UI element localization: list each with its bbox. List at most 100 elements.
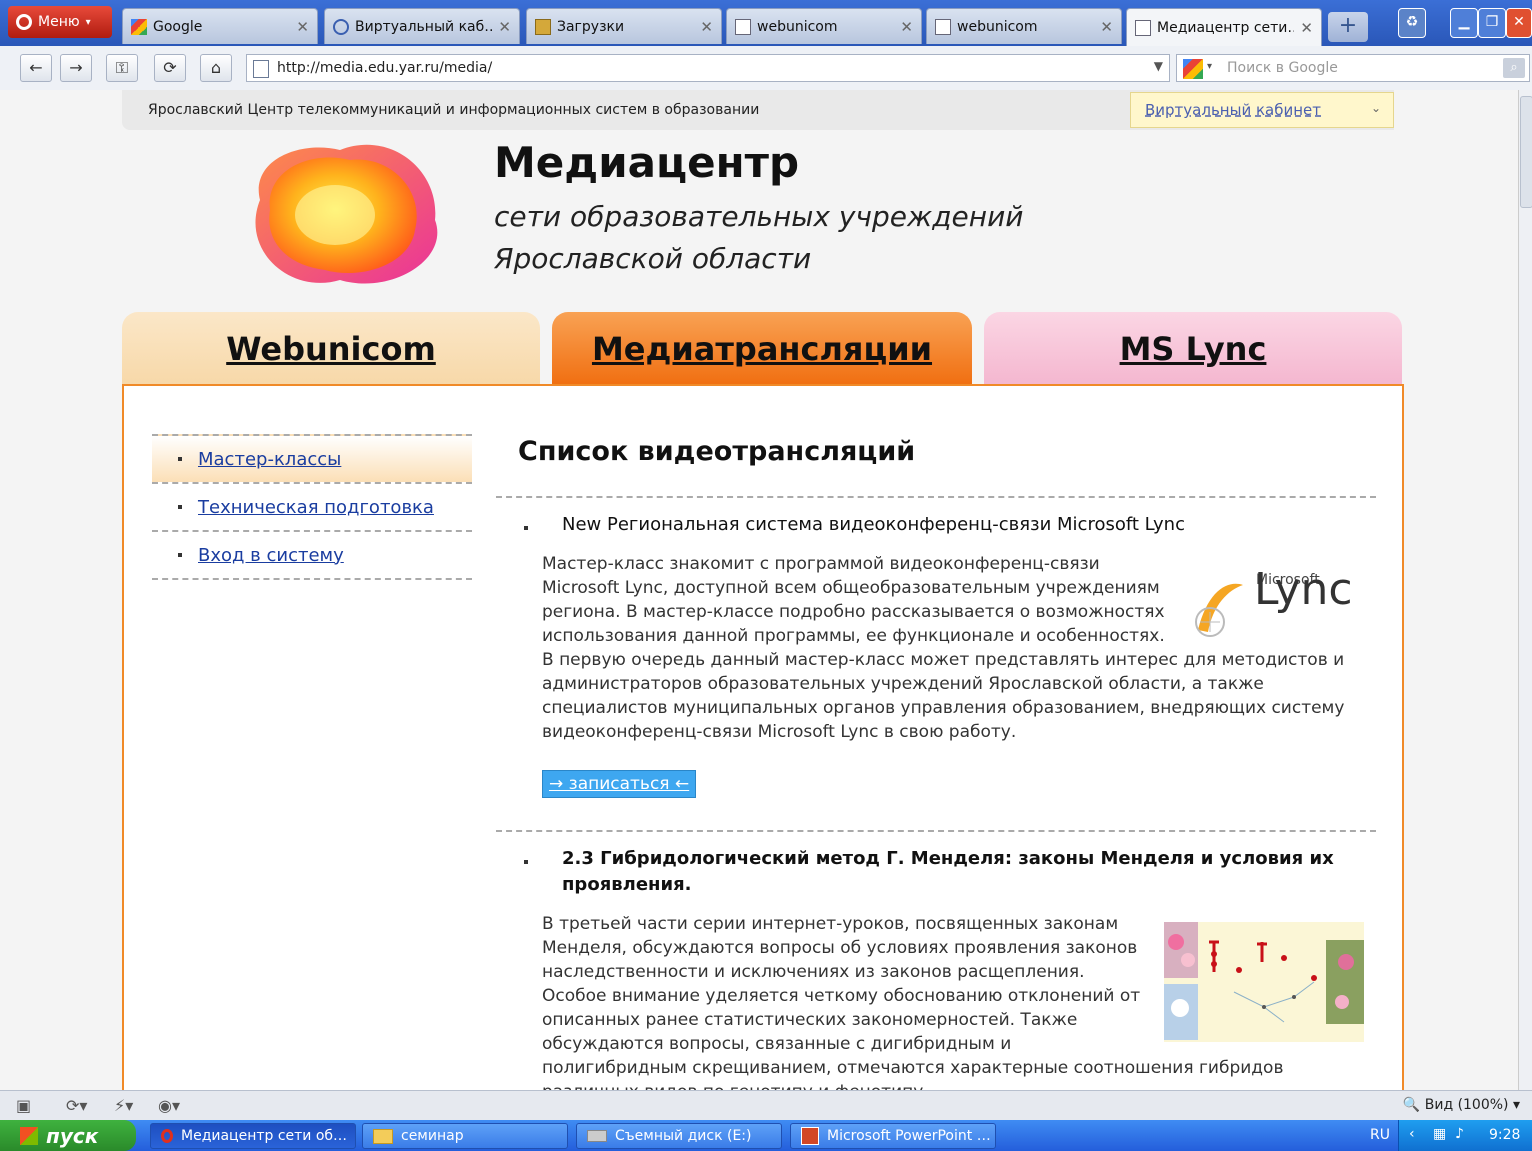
close-icon[interactable]: ✕ xyxy=(296,18,309,36)
divider xyxy=(152,578,472,580)
taskbar-item-removable-disk[interactable]: Съемный диск (E:) xyxy=(576,1123,782,1149)
google-icon xyxy=(131,18,147,35)
tab-webunicom[interactable]: Webunicom xyxy=(122,312,540,386)
site-icon xyxy=(333,18,349,35)
minimize-button[interactable]: ▁ xyxy=(1450,8,1478,38)
sidebar-item-label[interactable]: Вход в систему xyxy=(198,545,344,566)
mediacenter-logo xyxy=(255,144,438,284)
zoom-control[interactable]: 🔍 Вид (100%) ▾ xyxy=(1403,1097,1520,1113)
virtual-cabinet-label: Виртуальный кабинет xyxy=(1145,101,1321,119)
taskbar-item-label: семинар xyxy=(401,1128,464,1144)
tab-google[interactable]: Google ✕ xyxy=(122,8,318,44)
sidebar-item-label[interactable]: Мастер-классы xyxy=(198,449,341,470)
tab-label: webunicom xyxy=(957,18,1038,35)
tab-mediacenter[interactable]: Медиацентр сети… ✕ xyxy=(1126,8,1322,46)
sidebar-item-login[interactable]: Вход в систему xyxy=(152,530,472,578)
taskbar-item-powerpoint[interactable]: Microsoft PowerPoint … xyxy=(790,1123,996,1149)
bullet xyxy=(524,526,528,530)
search-input[interactable]: ▾ Поиск в Google ⌕ xyxy=(1176,54,1530,82)
taskbar-item-folder[interactable]: семинар xyxy=(362,1123,568,1149)
menu-label: Меню xyxy=(38,14,80,30)
sidebar-item-master-classes[interactable]: Мастер-классы xyxy=(152,434,472,482)
tab-label: Google xyxy=(153,18,203,35)
opera-menu-button[interactable]: Меню ▾ xyxy=(8,6,112,38)
tab-label: Загрузки xyxy=(557,18,625,35)
zoom-icon: 🔍 xyxy=(1402,1097,1421,1113)
lync-logo-icon xyxy=(1195,583,1243,637)
tab-label: Виртуальный каб… xyxy=(355,18,493,35)
restore-button[interactable]: ❐ xyxy=(1478,8,1506,38)
chevron-down-icon[interactable]: ▾ xyxy=(1207,61,1212,72)
windows-logo-icon xyxy=(20,1126,38,1145)
google-icon xyxy=(1183,59,1203,79)
web-page: Ярославский Центр телекоммуникаций и инф… xyxy=(0,90,1518,1090)
language-indicator[interactable]: RU xyxy=(1370,1127,1390,1143)
opera-icon xyxy=(161,1129,173,1143)
unite-icon[interactable]: ◉▾ xyxy=(158,1096,180,1115)
drive-icon xyxy=(587,1130,607,1142)
subtitle-line-2: Ярославской области xyxy=(494,242,812,275)
sync-icon[interactable]: ⟳▾ xyxy=(66,1096,87,1115)
page-icon xyxy=(935,18,951,35)
lync-logo: Microsoft Lync xyxy=(1188,562,1364,648)
signup-label: → записаться ← xyxy=(549,774,690,794)
close-icon[interactable]: ✕ xyxy=(498,18,511,36)
chevron-down-icon[interactable]: ▼ xyxy=(1154,59,1163,73)
zoom-label: Вид (100%) xyxy=(1424,1097,1509,1113)
volume-icon[interactable]: ♪ xyxy=(1455,1126,1464,1142)
item-title-text: 2.3 Гибридологический метод Г. Менделя: … xyxy=(562,848,1334,895)
forward-button[interactable]: → xyxy=(60,54,92,82)
page-scrollbar[interactable] xyxy=(1518,90,1532,1090)
bullet xyxy=(524,860,528,864)
bullet xyxy=(178,505,182,509)
address-bar[interactable]: http://media.edu.yar.ru/media/ ▼ xyxy=(246,54,1170,82)
turbo-icon[interactable]: ⚡▾ xyxy=(114,1096,133,1115)
site-title: Медиацентр xyxy=(494,138,800,187)
bullet xyxy=(178,457,182,461)
home-button[interactable]: ⌂ xyxy=(200,54,232,82)
item-title-text: New Региональная система видеоконференц-… xyxy=(562,514,1185,535)
key-icon[interactable]: ⚿ xyxy=(106,54,138,82)
start-button[interactable]: пуск xyxy=(0,1120,136,1151)
taskbar-item-browser[interactable]: Медиацентр сети об… xyxy=(150,1123,356,1149)
tab-label: webunicom xyxy=(757,18,838,35)
virtual-cabinet-dropdown[interactable]: Виртуальный кабинет ⌄ xyxy=(1130,92,1394,128)
trash-icon[interactable]: ♻ xyxy=(1398,8,1426,38)
close-icon[interactable]: ✕ xyxy=(1100,18,1113,36)
tab-virtual-cabinet[interactable]: Виртуальный каб… ✕ xyxy=(324,8,520,44)
close-icon[interactable]: ✕ xyxy=(700,18,713,36)
sidebar-item-tech-prep[interactable]: Техническая подготовка xyxy=(152,482,472,530)
network-icon[interactable]: ▦ xyxy=(1433,1126,1446,1142)
genetics-diagram-icon xyxy=(1164,922,1364,1040)
powerpoint-icon xyxy=(801,1127,819,1145)
tab-downloads[interactable]: Загрузки ✕ xyxy=(526,8,722,44)
tab-ms-lync[interactable]: MS Lync xyxy=(984,312,1402,386)
sidebar-item-label[interactable]: Техническая подготовка xyxy=(198,497,434,518)
folder-icon xyxy=(373,1128,393,1144)
tab-webunicom-2[interactable]: webunicom ✕ xyxy=(926,8,1122,44)
item-description: Microsoft Lync Мастер-класс знакомит с п… xyxy=(496,552,1372,744)
windows-taskbar: пуск Медиацентр сети об… семинар Съемный… xyxy=(0,1120,1532,1151)
navigation-bar: ← → ⚿ ⟳ ⌂ http://media.edu.yar.ru/media/… xyxy=(0,46,1532,91)
tab-webunicom-1[interactable]: webunicom ✕ xyxy=(726,8,922,44)
tray-expand-icon[interactable]: ‹ xyxy=(1409,1126,1415,1142)
close-window-button[interactable]: ✕ xyxy=(1506,8,1532,38)
scrollbar-thumb[interactable] xyxy=(1520,96,1532,208)
back-button[interactable]: ← xyxy=(20,54,52,82)
chevron-down-icon: ▾ xyxy=(85,16,91,28)
tab-mediatranslyacii[interactable]: Медиатрансляции xyxy=(552,312,972,386)
list-item: 2.3 Гибридологический метод Г. Менделя: … xyxy=(496,830,1376,1090)
search-icon[interactable]: ⌕ xyxy=(1503,58,1525,78)
close-icon[interactable]: ✕ xyxy=(900,18,913,36)
page-icon xyxy=(253,60,269,78)
reload-button[interactable]: ⟳ xyxy=(154,54,186,82)
taskbar-item-label: Съемный диск (E:) xyxy=(615,1128,752,1144)
bullet xyxy=(178,553,182,557)
sidebar-nav: Мастер-классы Техническая подготовка Вхо… xyxy=(152,434,472,580)
panel-toggle-icon[interactable]: ▣ xyxy=(16,1096,31,1115)
new-tab-button[interactable]: + xyxy=(1328,12,1368,42)
clock[interactable]: 9:28 xyxy=(1489,1127,1520,1143)
item-description: В третьей части серии интернет-уроков, п… xyxy=(496,912,1372,1090)
signup-button[interactable]: → записаться ← xyxy=(542,770,697,798)
close-icon[interactable]: ✕ xyxy=(1300,19,1313,37)
